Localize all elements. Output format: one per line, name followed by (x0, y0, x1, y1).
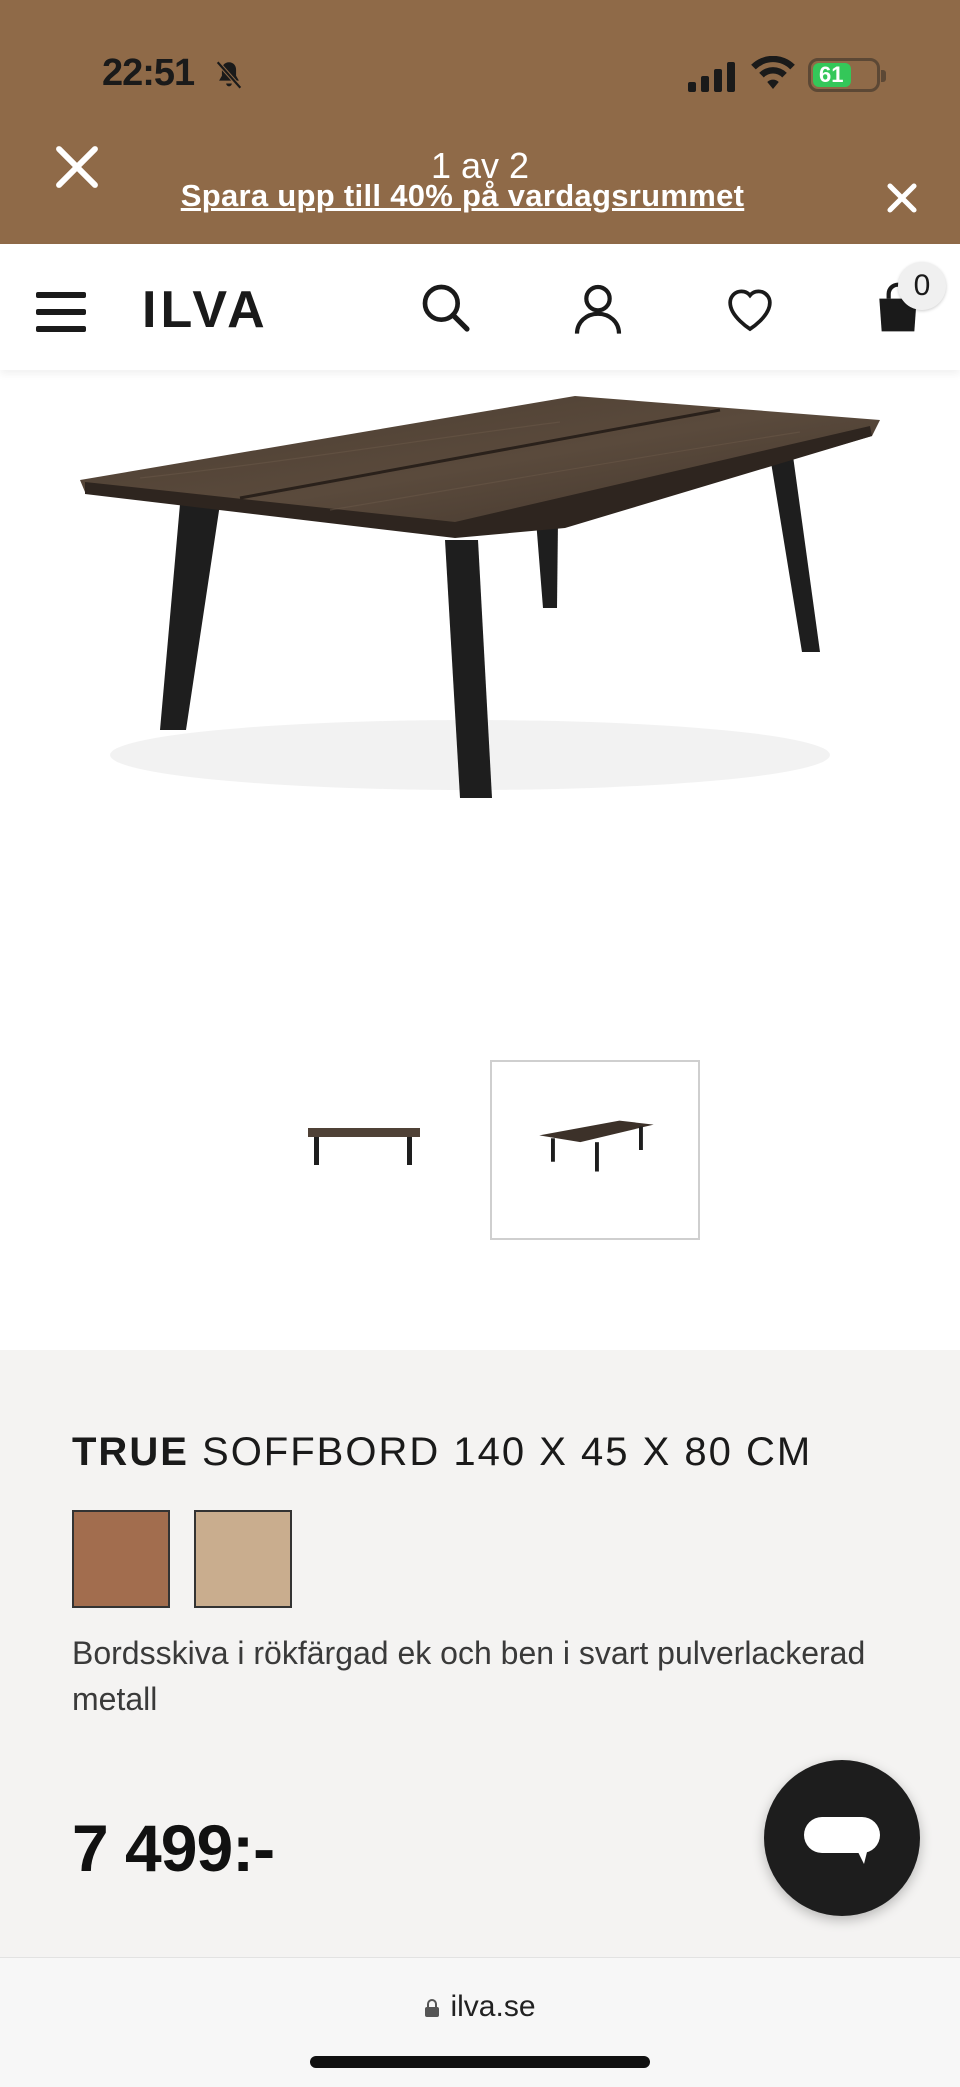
logo[interactable]: ILVA (142, 280, 269, 340)
thumbnail-table-image (539, 1120, 654, 1172)
browser-url[interactable]: ilva.se (450, 1990, 535, 2023)
color-swatch-beige[interactable] (194, 1510, 292, 1608)
product-price: 7 499:- (72, 1811, 275, 1885)
close-promo-icon[interactable] (884, 180, 920, 216)
lock-icon (425, 1999, 440, 2017)
promo-link[interactable]: Spara upp till 40% på vardagsrummet (0, 178, 925, 214)
browser-url-bar[interactable]: ilva.se (0, 1957, 960, 2087)
color-swatch-brown[interactable] (72, 1510, 170, 1608)
status-time: 22:51 (102, 52, 195, 94)
menu-icon[interactable] (36, 292, 86, 332)
wifi-icon (751, 56, 795, 89)
thumbnail-table-image (308, 1128, 420, 1165)
product-name: SOFFBORD 140 X 45 X 80 CM (202, 1430, 813, 1474)
battery-icon: 61 (808, 58, 886, 92)
promo-banner: 22:51 61 1 av 2 Spara upp till 40% på va… (0, 0, 960, 244)
chat-bubble-icon (804, 1817, 880, 1864)
silent-mode-icon (216, 60, 242, 90)
product-info-panel: TRUE SOFFBORD 140 X 45 X 80 CM Bordsskiv… (0, 1350, 960, 1957)
home-indicator (310, 2056, 650, 2068)
cart-count-badge: 0 (898, 262, 946, 310)
cellular-signal-icon (688, 62, 735, 92)
product-image-main[interactable] (0, 370, 960, 990)
wishlist-heart-icon[interactable] (722, 280, 778, 336)
search-icon[interactable] (418, 280, 474, 336)
product-description: Bordsskiva i rökfärgad ek och ben i svar… (72, 1635, 866, 1717)
chat-button[interactable] (764, 1760, 920, 1916)
thumbnail-2[interactable] (490, 1060, 700, 1240)
battery-level: 61 (819, 62, 844, 87)
thumbnail-1[interactable] (262, 1060, 472, 1240)
account-icon[interactable] (570, 280, 626, 336)
product-brand: TRUE (72, 1430, 189, 1474)
product-title: TRUE SOFFBORD 140 X 45 X 80 CM (72, 1430, 812, 1475)
site-header: ILVA 0 (0, 244, 960, 370)
